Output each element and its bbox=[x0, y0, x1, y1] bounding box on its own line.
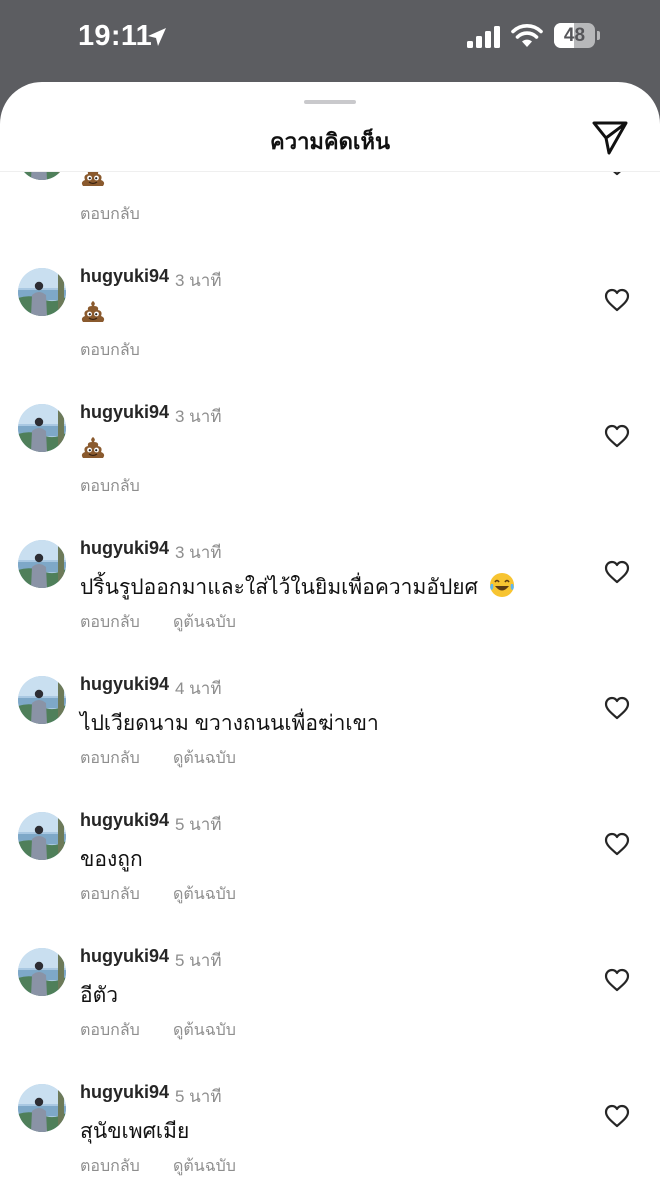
comments-list[interactable]: ตอบกลับ hugyuki94 3 นาที ตอบกลับ hugyuki… bbox=[0, 172, 660, 1200]
comment-item: hugyuki94 5 นาที อีตัว ตอบกลับ ดูต้นฉบับ bbox=[0, 946, 660, 1082]
comment-username[interactable]: hugyuki94 bbox=[80, 1082, 169, 1103]
pile-of-poo-emoji bbox=[81, 172, 105, 186]
comment-text: ปริ้นรูปออกมาและใส่ไว้ในยิมเพื่อความอัปย… bbox=[80, 571, 516, 604]
comments-sheet: ความคิดเห็น ตอบกลับ hugyuki94 3 นาที ตอบ… bbox=[0, 82, 660, 1200]
pile-of-poo-emoji bbox=[81, 301, 105, 322]
see-original-button[interactable]: ดูต้นฉบับ bbox=[173, 1018, 236, 1043]
avatar-image bbox=[18, 540, 66, 588]
face-with-tears-of-joy-emoji bbox=[489, 573, 514, 597]
see-original-button[interactable]: ดูต้นฉบับ bbox=[173, 746, 236, 771]
heart-outline-icon[interactable] bbox=[604, 560, 630, 584]
comment-username[interactable]: hugyuki94 bbox=[80, 402, 169, 423]
comment-username[interactable]: hugyuki94 bbox=[80, 674, 169, 695]
heart-outline-icon[interactable] bbox=[604, 1104, 630, 1128]
reply-button[interactable]: ตอบกลับ bbox=[80, 474, 140, 499]
avatar-image bbox=[18, 404, 66, 452]
pile-of-poo-emoji bbox=[81, 437, 105, 458]
comment-item: ตอบกลับ bbox=[0, 172, 660, 266]
avatar-image bbox=[18, 268, 66, 316]
status-time: 19:11 bbox=[78, 20, 153, 52]
comment-item: hugyuki94 3 นาที ปริ้นรูปออกมาและใส่ไว้ใ… bbox=[0, 538, 660, 674]
reply-button[interactable]: ตอบกลับ bbox=[80, 338, 140, 363]
comment-time: 3 นาที bbox=[175, 543, 222, 562]
heart-outline-icon[interactable] bbox=[604, 832, 630, 856]
comment-time: 5 นาที bbox=[175, 1087, 222, 1106]
cellular-signal-icon bbox=[467, 26, 500, 48]
reply-button[interactable]: ตอบกลับ bbox=[80, 610, 140, 635]
heart-outline-icon[interactable] bbox=[604, 424, 630, 448]
comment-text bbox=[80, 172, 106, 189]
avatar-image bbox=[18, 948, 66, 996]
comment-username[interactable]: hugyuki94 bbox=[80, 810, 169, 831]
battery-level-text: 48 bbox=[563, 25, 586, 46]
comment-item: hugyuki94 3 นาที ตอบกลับ bbox=[0, 266, 660, 402]
battery-icon: 48 bbox=[554, 23, 600, 48]
comment-item: hugyuki94 5 นาที ของถูก ตอบกลับ ดูต้นฉบั… bbox=[0, 810, 660, 946]
comment-time: 4 นาที bbox=[175, 679, 222, 698]
reply-button[interactable]: ตอบกลับ bbox=[80, 1018, 140, 1043]
comment-time: 3 นาที bbox=[175, 407, 222, 426]
comment-text: สุนัขเพศเมีย bbox=[80, 1120, 190, 1143]
avatar[interactable] bbox=[18, 1084, 66, 1132]
reply-button[interactable]: ตอบกลับ bbox=[80, 202, 140, 227]
heart-outline-icon[interactable] bbox=[604, 696, 630, 720]
avatar-image bbox=[18, 812, 66, 860]
comment-time: 5 นาที bbox=[175, 815, 222, 834]
comment-time: 3 นาที bbox=[175, 271, 222, 290]
battery-body: 48 bbox=[554, 23, 595, 48]
comment-text: ของถูก bbox=[80, 848, 143, 871]
comment-text bbox=[80, 435, 106, 461]
avatar[interactable] bbox=[18, 812, 66, 860]
comment-time: 5 นาที bbox=[175, 951, 222, 970]
reply-button[interactable]: ตอบกลับ bbox=[80, 746, 140, 771]
comment-text bbox=[80, 299, 106, 325]
sheet-title: ความคิดเห็น bbox=[270, 129, 390, 154]
heart-outline-icon[interactable] bbox=[604, 172, 630, 176]
reply-button[interactable]: ตอบกลับ bbox=[80, 1154, 140, 1179]
send-icon[interactable] bbox=[591, 120, 629, 156]
drag-handle[interactable] bbox=[304, 100, 356, 104]
comment-text: ไปเวียดนาม ขวางถนนเพื่อฆ่าเขา bbox=[80, 712, 379, 735]
status-bar: 19:11 48 bbox=[0, 0, 660, 82]
comment-text: อีตัว bbox=[80, 984, 119, 1007]
heart-outline-icon[interactable] bbox=[604, 968, 630, 992]
see-original-button[interactable]: ดูต้นฉบับ bbox=[173, 610, 236, 635]
see-original-button[interactable]: ดูต้นฉบับ bbox=[173, 1154, 236, 1179]
avatar-image bbox=[18, 172, 66, 180]
avatar[interactable] bbox=[18, 676, 66, 724]
comment-username[interactable]: hugyuki94 bbox=[80, 538, 169, 559]
avatar[interactable] bbox=[18, 540, 66, 588]
wifi-icon bbox=[511, 24, 543, 47]
comment-username[interactable]: hugyuki94 bbox=[80, 266, 169, 287]
avatar-image bbox=[18, 676, 66, 724]
comment-item: hugyuki94 4 นาที ไปเวียดนาม ขวางถนนเพื่อ… bbox=[0, 674, 660, 810]
see-original-button[interactable]: ดูต้นฉบับ bbox=[173, 882, 236, 907]
heart-outline-icon[interactable] bbox=[604, 288, 630, 312]
avatar[interactable] bbox=[18, 172, 66, 180]
reply-button[interactable]: ตอบกลับ bbox=[80, 882, 140, 907]
avatar[interactable] bbox=[18, 948, 66, 996]
location-arrow-icon bbox=[148, 28, 166, 46]
avatar[interactable] bbox=[18, 404, 66, 452]
comment-item: hugyuki94 3 นาที ตอบกลับ bbox=[0, 402, 660, 538]
avatar[interactable] bbox=[18, 268, 66, 316]
comment-item: hugyuki94 5 นาที สุนัขเพศเมีย ตอบกลับ ดู… bbox=[0, 1082, 660, 1200]
comment-username[interactable]: hugyuki94 bbox=[80, 946, 169, 967]
avatar-image bbox=[18, 1084, 66, 1132]
battery-cap bbox=[597, 31, 600, 40]
